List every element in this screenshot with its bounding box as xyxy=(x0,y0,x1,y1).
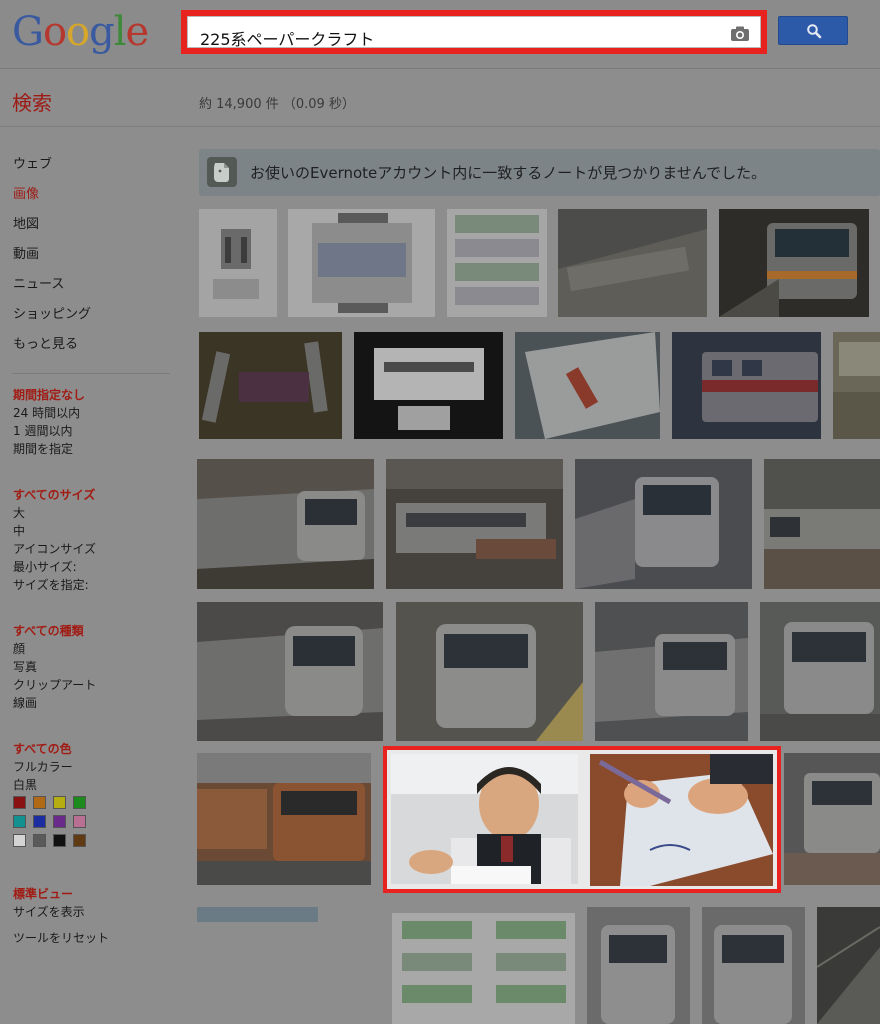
image-result[interactable] xyxy=(587,907,690,1024)
filter-size-any[interactable]: すべてのサイズ xyxy=(13,486,95,503)
image-result[interactable] xyxy=(354,332,503,439)
nav-more[interactable]: もっと見る xyxy=(13,333,78,352)
color-swatch[interactable] xyxy=(53,815,66,828)
image-result-highlighted[interactable] xyxy=(590,754,773,886)
image-result[interactable] xyxy=(199,332,342,439)
image-result[interactable] xyxy=(197,459,374,589)
camera-icon[interactable] xyxy=(730,25,750,43)
nav-web[interactable]: ウェブ xyxy=(13,153,52,172)
search-query-text: 225系ペーパークラフト xyxy=(200,30,375,49)
search-box-highlight: 225系ペーパークラフト xyxy=(181,10,767,54)
image-result-highlighted[interactable] xyxy=(391,754,578,884)
image-result[interactable] xyxy=(197,753,371,885)
image-result[interactable] xyxy=(764,459,880,589)
filter-type-any[interactable]: すべての種類 xyxy=(13,622,84,639)
result-stats: 約 14,900 件 （0.09 秒） xyxy=(199,97,355,112)
filter-color-any[interactable]: すべての色 xyxy=(13,740,72,757)
image-result[interactable] xyxy=(558,209,707,317)
nav-images[interactable]: 画像 xyxy=(13,183,39,202)
filter-size-icon[interactable]: アイコンサイズ xyxy=(13,540,96,557)
logo-letter: g xyxy=(89,9,115,55)
filter-time-24h[interactable]: 24 時間以内 xyxy=(13,404,80,421)
magnifier-icon xyxy=(807,24,822,39)
color-swatch[interactable] xyxy=(13,834,26,847)
nav-maps[interactable]: 地図 xyxy=(13,213,39,232)
image-result[interactable] xyxy=(719,209,869,317)
color-swatch[interactable] xyxy=(53,834,66,847)
image-result[interactable] xyxy=(197,602,383,741)
google-logo[interactable]: Google xyxy=(12,6,150,58)
color-swatch[interactable] xyxy=(73,796,86,809)
image-result[interactable] xyxy=(288,209,435,317)
image-result[interactable] xyxy=(784,753,880,885)
filter-time-any[interactable]: 期間指定なし xyxy=(13,386,85,403)
image-result[interactable] xyxy=(447,209,547,317)
results-header: 検索 約 14,900 件 （0.09 秒） xyxy=(0,69,880,127)
search-button[interactable] xyxy=(778,16,848,45)
color-swatch[interactable] xyxy=(13,815,26,828)
evernote-notice: お使いのEvernoteアカウント内に一致するノートが見つかりませんでした。 xyxy=(199,149,880,196)
top-bar: Google 225系ペーパークラフト xyxy=(0,0,880,69)
color-swatch[interactable] xyxy=(53,796,66,809)
image-result[interactable] xyxy=(702,907,805,1024)
image-result[interactable] xyxy=(396,602,583,741)
color-swatch[interactable] xyxy=(13,796,26,809)
image-result[interactable] xyxy=(575,459,752,589)
reset-tools-link[interactable]: ツールをリセット xyxy=(13,929,109,946)
filter-size-exact[interactable]: サイズを指定: xyxy=(13,576,89,593)
view-standard[interactable]: 標準ビュー xyxy=(13,885,73,902)
filter-size-minimum[interactable]: 最小サイズ: xyxy=(13,558,77,575)
image-result[interactable] xyxy=(833,332,880,439)
search-input[interactable]: 225系ペーパークラフト xyxy=(187,16,761,49)
filter-time-custom[interactable]: 期間を指定 xyxy=(13,440,73,457)
image-result[interactable] xyxy=(197,907,318,922)
image-result[interactable] xyxy=(515,332,660,439)
logo-letter: G xyxy=(12,9,44,55)
image-result[interactable] xyxy=(760,602,880,741)
color-swatch[interactable] xyxy=(33,815,46,828)
filter-type-clipart[interactable]: クリップアート xyxy=(13,676,96,693)
evernote-message: お使いのEvernoteアカウント内に一致するノートが見つかりませんでした。 xyxy=(250,164,767,182)
color-swatch[interactable] xyxy=(33,834,46,847)
image-result[interactable] xyxy=(386,459,563,589)
logo-letter: e xyxy=(125,9,150,55)
image-result[interactable] xyxy=(595,602,748,741)
view-show-sizes[interactable]: サイズを表示 xyxy=(13,903,85,920)
filter-type-photo[interactable]: 写真 xyxy=(13,658,37,675)
color-swatch[interactable] xyxy=(73,834,86,847)
color-swatch[interactable] xyxy=(33,796,46,809)
image-result[interactable] xyxy=(672,332,821,439)
logo-letter: o xyxy=(66,9,90,55)
color-swatch[interactable] xyxy=(73,815,86,828)
filter-time-week[interactable]: 1 週間以内 xyxy=(13,422,72,439)
image-result[interactable] xyxy=(199,209,277,317)
nav-divider xyxy=(12,373,170,374)
nav-shopping[interactable]: ショッピング xyxy=(13,303,91,322)
nav-news[interactable]: ニュース xyxy=(13,273,64,292)
filter-color-full[interactable]: フルカラー xyxy=(13,758,73,775)
evernote-elephant-icon xyxy=(207,157,237,187)
image-result[interactable] xyxy=(817,907,880,1024)
image-result[interactable] xyxy=(392,913,575,1024)
search-section-title: 検索 xyxy=(12,91,52,115)
filter-type-face[interactable]: 顔 xyxy=(13,640,25,657)
nav-videos[interactable]: 動画 xyxy=(13,243,39,262)
filter-color-bw[interactable]: 白黒 xyxy=(13,776,37,793)
filter-size-medium[interactable]: 中 xyxy=(13,522,25,539)
logo-letter: o xyxy=(42,9,67,55)
filter-size-large[interactable]: 大 xyxy=(13,504,25,521)
filter-type-lineart[interactable]: 線画 xyxy=(13,694,37,711)
logo-letter: l xyxy=(113,9,127,55)
